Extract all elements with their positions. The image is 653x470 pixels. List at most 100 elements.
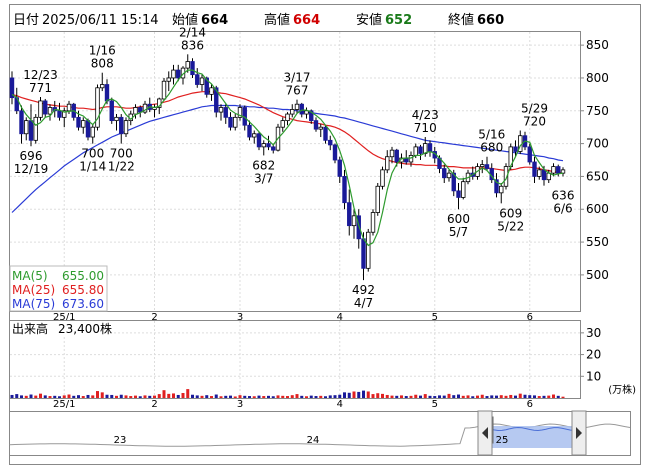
volume-bar <box>176 394 180 398</box>
volume-header-value: 23,400株 <box>58 321 112 336</box>
volume-bar <box>542 395 546 398</box>
volume-bar <box>509 394 513 398</box>
candle-body <box>418 146 423 154</box>
volume-bar <box>43 395 47 398</box>
volume-bar <box>438 395 441 398</box>
volume-bar <box>134 395 137 398</box>
volume-bar <box>290 395 294 398</box>
candle-body <box>218 107 224 113</box>
candle-body <box>33 116 38 141</box>
volume-bar <box>499 395 503 398</box>
volume-bar <box>305 396 308 398</box>
candle-body <box>19 110 24 135</box>
candle-body <box>513 146 518 152</box>
volume-bar <box>224 395 228 398</box>
candle-body <box>337 159 342 177</box>
volume-bar <box>362 390 365 398</box>
volume-bar <box>414 394 418 398</box>
candle-body <box>347 202 352 227</box>
ma-legend: MA(5) 655.00 MA(25) 655.80 MA(75) 673.60 <box>9 265 108 312</box>
volume-bar <box>381 393 384 398</box>
candle-body <box>456 190 461 198</box>
candle-body <box>328 139 333 146</box>
high-label: 高値 <box>264 12 290 28</box>
candle-body <box>247 124 252 138</box>
candle-body <box>532 161 537 177</box>
candle-body <box>266 143 271 148</box>
volume-bar <box>77 395 80 398</box>
annotation-line2: 4/7 <box>354 296 373 310</box>
volume-bar <box>248 396 251 398</box>
volume-bar <box>167 393 171 398</box>
volume-bar <box>352 391 356 398</box>
annotation-line2: 808 <box>91 57 114 71</box>
volume-bar <box>528 395 532 398</box>
volume-bar <box>428 395 432 398</box>
price-tick-label: 800 <box>586 71 609 85</box>
candle-body <box>280 120 285 128</box>
volume-bar <box>357 391 361 398</box>
volume-header-label: 出来高 <box>12 321 48 336</box>
candle-body <box>351 215 357 227</box>
candle-body <box>24 120 29 135</box>
annotation-line1: 5/29 <box>521 101 548 115</box>
volume-bar <box>81 396 85 398</box>
candle-body <box>318 126 323 130</box>
annotation-line1: 12/23 <box>23 68 58 82</box>
volume-bar <box>495 395 498 398</box>
volume-bar <box>20 395 23 398</box>
volume-bar <box>480 394 484 398</box>
candle-body <box>185 61 190 69</box>
candle-body <box>461 181 466 198</box>
candle-body <box>256 133 262 148</box>
candle-body <box>385 156 390 171</box>
volume-bar <box>214 394 218 398</box>
volume-bar <box>243 395 247 398</box>
volume-bar <box>157 394 161 398</box>
volume-bar <box>24 395 28 398</box>
volume-bar <box>67 394 71 398</box>
candle-body <box>527 146 532 163</box>
candle-body <box>95 87 100 128</box>
legend-ma25-value: 655.80 <box>62 283 104 297</box>
annotation-line2: 6/6 <box>553 202 572 216</box>
volume-bar <box>124 395 128 398</box>
volume-bar <box>461 395 465 398</box>
volume-bar <box>138 396 142 398</box>
volume-bar <box>504 395 508 398</box>
candle-body <box>394 149 399 163</box>
annotation-line2: 5/22 <box>497 219 524 233</box>
candle-body <box>176 69 181 79</box>
candle-body <box>366 231 371 269</box>
candle-body <box>228 116 233 128</box>
volume-bar <box>276 395 280 398</box>
volume-bar <box>552 394 555 398</box>
close-value: 660 <box>477 13 504 28</box>
volume-bar <box>338 394 342 398</box>
volume-bar <box>371 394 375 398</box>
volume-bar <box>281 395 285 398</box>
annotation-line1: 492 <box>352 283 375 297</box>
candle-body <box>109 100 114 122</box>
annotation-line1: 696 <box>20 149 43 163</box>
legend-ma25-label: MA(25) <box>12 283 55 297</box>
volume-bar <box>48 396 52 398</box>
volume-bar <box>366 391 370 398</box>
close-label: 終値 <box>448 12 474 28</box>
legend-ma5-value: 655.00 <box>62 269 104 283</box>
annotation-line2: 1/22 <box>108 160 135 174</box>
candle-body <box>261 143 266 148</box>
navigator-year-label: 25 <box>496 435 509 446</box>
volume-bar <box>129 396 133 398</box>
volume-bar <box>309 395 313 398</box>
volume-bar <box>72 395 76 398</box>
annotation-line1: 1/16 <box>89 44 116 58</box>
navigator-year-label: 23 <box>114 435 127 446</box>
candle-body <box>332 144 338 161</box>
candle-body <box>427 143 433 152</box>
candle-body <box>47 107 53 115</box>
bottom-date-tick-label: 2 <box>151 399 157 410</box>
candle-body <box>81 120 86 128</box>
volume-bar <box>523 394 527 398</box>
navigator-year-label: 24 <box>307 435 320 446</box>
